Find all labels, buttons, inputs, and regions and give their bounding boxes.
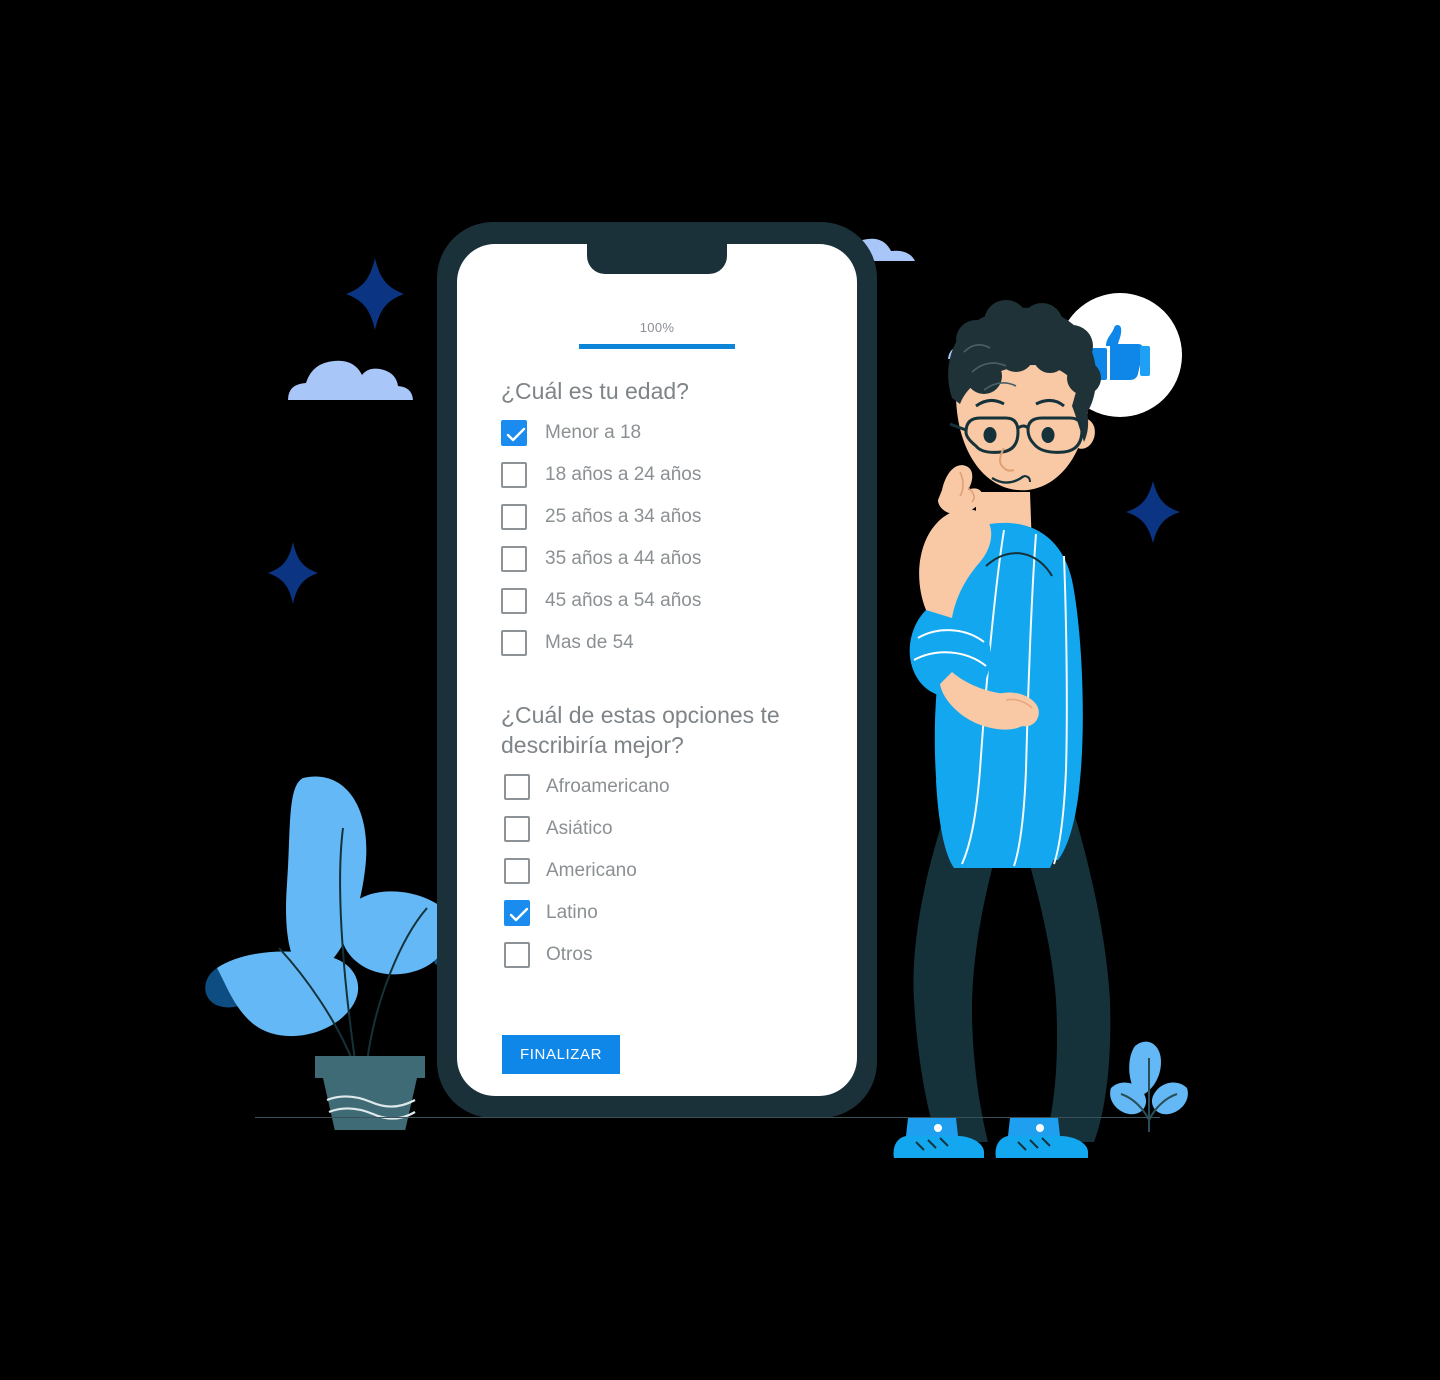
option-label: Mas de 54 (545, 632, 634, 653)
sparkle-star-icon (1126, 481, 1180, 543)
checkbox[interactable] (501, 588, 527, 614)
check-icon (506, 427, 526, 442)
option-label: 18 años a 24 años (545, 464, 702, 485)
checkbox[interactable] (504, 774, 530, 800)
checkbox[interactable] (504, 816, 530, 842)
progress-label: 100% (639, 320, 675, 335)
front-shoe (995, 1118, 1088, 1158)
back-shoe (893, 1118, 984, 1158)
option-menor-a-18[interactable]: Menor a 18 (501, 412, 831, 454)
option-45-54[interactable]: 45 años a 54 años (501, 580, 831, 622)
checkbox[interactable] (501, 630, 527, 656)
ground-line (255, 1117, 1160, 1118)
option-asiatico[interactable]: Asiático (501, 808, 831, 850)
phone-screen: 100% ¿Cuál es tu edad? Menor a 18 18 año… (457, 244, 857, 1096)
option-label: Afroamericano (546, 776, 670, 797)
cloud-shape (288, 360, 413, 400)
question-title-ethnicity: ¿Cuál de estas opciones te describiría m… (501, 702, 780, 758)
face (975, 399, 1065, 484)
option-label: Asiático (546, 818, 613, 839)
forearm (940, 672, 1030, 730)
finalizar-button[interactable]: FINALIZAR (502, 1035, 621, 1074)
progress-track (579, 344, 735, 349)
hair (948, 300, 1101, 442)
neck (976, 492, 1032, 548)
checkbox[interactable] (501, 504, 527, 530)
option-americano[interactable]: Americano (501, 850, 831, 892)
illustration-canvas: 100% ¿Cuál es tu edad? Menor a 18 18 año… (0, 0, 1440, 1380)
raised-arm (919, 509, 992, 618)
folded-sleeve (909, 605, 991, 698)
option-35-44[interactable]: 35 años a 44 años (501, 538, 831, 580)
phone-notch (587, 244, 727, 274)
small-plant-illustration (1110, 1041, 1188, 1132)
option-group-ethnicity: Afroamericano Asiático Americano Latino … (501, 766, 831, 976)
option-label: 25 años a 34 años (545, 506, 702, 527)
check-icon (509, 907, 529, 922)
head (956, 325, 1089, 491)
option-mas-de-54[interactable]: Mas de 54 (501, 622, 831, 664)
checkbox[interactable] (501, 420, 527, 446)
option-label: 45 años a 54 años (545, 590, 702, 611)
glasses-icon (949, 416, 1084, 454)
option-otros[interactable]: Otros (501, 934, 831, 976)
option-25-34[interactable]: 25 años a 34 años (501, 496, 831, 538)
plant-pot (315, 1056, 425, 1130)
option-afroamericano[interactable]: Afroamericano (501, 766, 831, 808)
front-leg (1010, 800, 1111, 1142)
option-label: 35 años a 44 años (545, 548, 702, 569)
checkbox[interactable] (501, 546, 527, 572)
shirt-stripes (961, 529, 1068, 867)
option-label: Americano (546, 860, 637, 881)
option-group-age: Menor a 18 18 años a 24 años 25 años a 3… (501, 412, 831, 664)
survey-form: ¿Cuál es tu edad? Menor a 18 18 años a 2… (501, 376, 831, 976)
hand-at-chin (938, 465, 983, 515)
thumbs-up-icon (1092, 325, 1150, 380)
character-illustration (893, 293, 1182, 1158)
shirt (934, 522, 1083, 860)
option-18-24[interactable]: 18 años a 24 años (501, 454, 831, 496)
question-title-age: ¿Cuál es tu edad? (501, 378, 689, 404)
progress-fill (579, 344, 735, 349)
option-label: Menor a 18 (545, 422, 642, 443)
ear (1074, 418, 1095, 449)
option-label: Latino (546, 902, 598, 923)
checkbox[interactable] (504, 900, 530, 926)
sparkle-star-icon (268, 542, 318, 604)
back-leg (913, 800, 1010, 1142)
checkbox[interactable] (504, 858, 530, 884)
option-label: Otros (546, 944, 593, 965)
speech-bubble (1058, 293, 1182, 417)
hair-curls (963, 344, 1017, 391)
phone-mockup: 100% ¿Cuál es tu edad? Menor a 18 18 año… (437, 222, 877, 1118)
cloud-shape (948, 323, 1040, 359)
checkbox[interactable] (501, 462, 527, 488)
hand-on-chest (994, 692, 1039, 727)
checkbox[interactable] (504, 942, 530, 968)
option-latino[interactable]: Latino (501, 892, 831, 934)
progress-section: 100% (457, 320, 857, 349)
sparkle-star-icon (346, 258, 404, 330)
